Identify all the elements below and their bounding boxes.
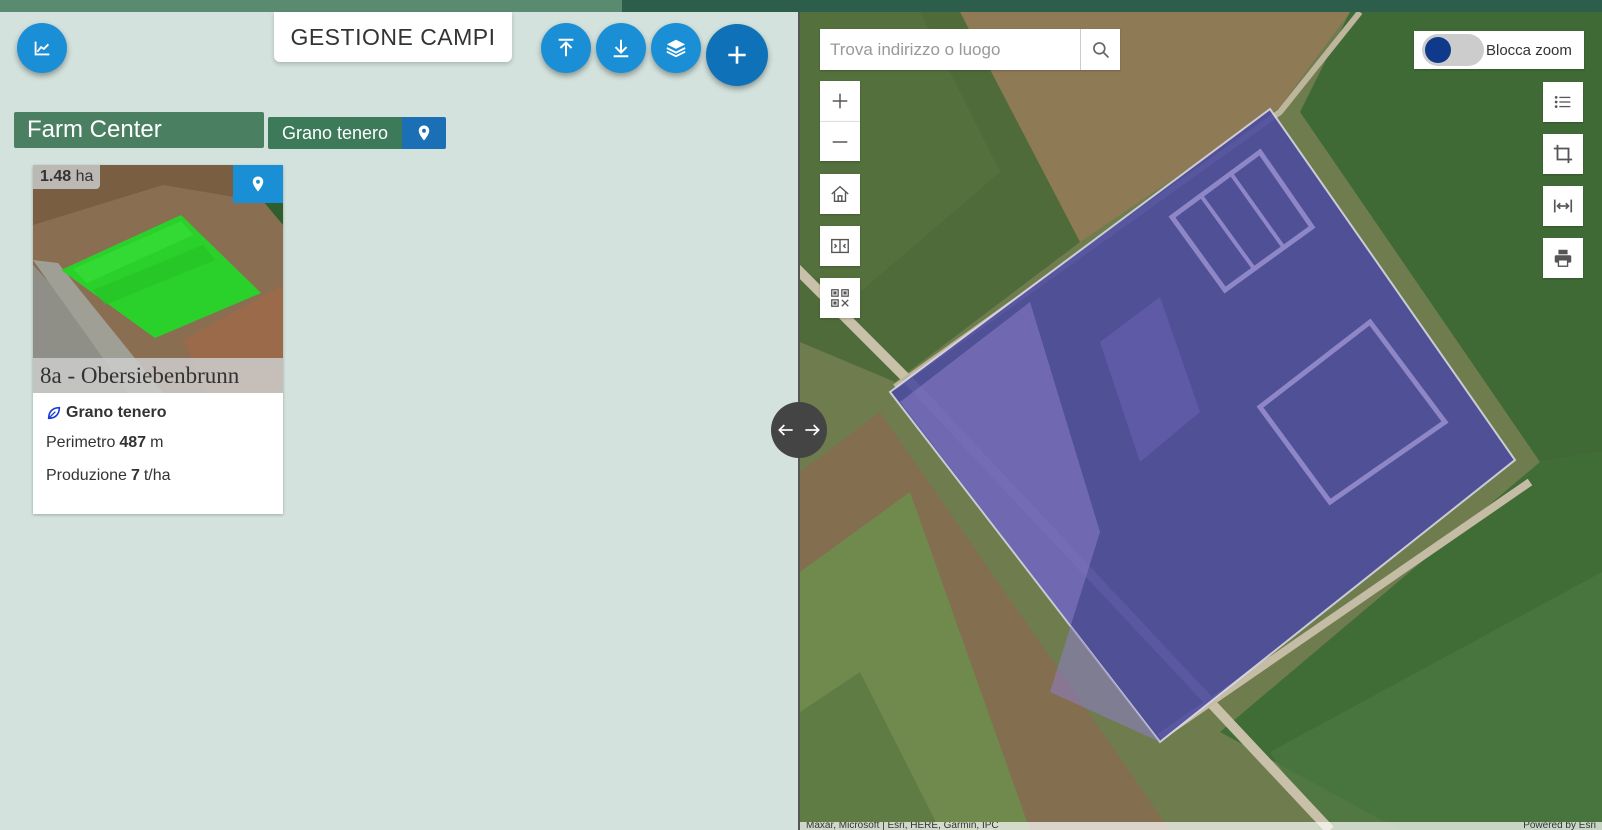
map-pin-icon: [252, 176, 264, 192]
crop-filter-locate-button[interactable]: [402, 117, 447, 149]
address-search: [820, 29, 1120, 70]
arrow-right-icon: [805, 424, 820, 436]
search-icon: [1092, 41, 1109, 58]
download-button[interactable]: [596, 23, 646, 73]
layers-icon: [666, 39, 686, 58]
field-thumbnail[interactable]: 1.48 ha 8a - Obersiebenbrunn: [33, 165, 283, 393]
minus-icon: [832, 140, 848, 143]
split-resize-handle[interactable]: [771, 402, 827, 458]
field-name: 8a - Obersiebenbrunn: [33, 358, 283, 393]
qr-code-icon: [831, 289, 849, 307]
production-label: Produzione: [46, 467, 127, 484]
map-view[interactable]: Blocca zoom Maxar, Microsoft | Esri, HER…: [800, 12, 1602, 830]
map-pin-icon: [418, 125, 430, 141]
attribution-right: Powered by Esri: [1523, 822, 1596, 830]
production-value: 7: [130, 467, 140, 484]
attribution-left: Maxar, Microsoft | Esri, HERE, Garmin, I…: [806, 822, 999, 830]
field-crop-row: Grano tenero: [46, 405, 171, 421]
field-perimeter-row: Perimetro 487 m: [46, 435, 171, 451]
field-area-unit: ha: [75, 168, 94, 185]
search-button[interactable]: [1080, 29, 1120, 70]
zoom-in-button[interactable]: [820, 81, 860, 121]
plus-icon: [832, 93, 848, 109]
swipe-compare-icon: [831, 238, 849, 254]
production-unit: t/ha: [143, 467, 171, 484]
top-strip-segment: [0, 0, 622, 12]
crop-button[interactable]: [1543, 134, 1583, 174]
address-search-input[interactable]: [820, 29, 1080, 70]
upload-button[interactable]: [541, 23, 591, 73]
top-strip: [0, 0, 1602, 12]
qr-code-button[interactable]: [820, 278, 860, 318]
zoom-out-button[interactable]: [820, 121, 860, 161]
plus-icon: [728, 46, 746, 64]
satellite-basemap: [800, 12, 1602, 830]
print-icon: [1554, 249, 1572, 267]
fields-panel: GESTIONE CAMPI Farm Center Grano tenero: [0, 12, 800, 830]
measure-button[interactable]: [1543, 186, 1583, 226]
lock-zoom-toggle[interactable]: [1422, 34, 1484, 66]
farm-name: Farm Center: [14, 112, 264, 148]
arrow-left-icon: [778, 424, 793, 436]
lock-zoom-label: Blocca zoom: [1486, 41, 1572, 59]
perimeter-value: 487: [119, 434, 147, 451]
crop-filter[interactable]: Grano tenero: [268, 117, 447, 149]
crop-leaf-icon: [47, 406, 61, 420]
field-info: Grano tenero Perimetro 487 m Produzione …: [46, 405, 171, 498]
field-production-row: Produzione 7 t/ha: [46, 468, 171, 484]
field-card[interactable]: 1.48 ha 8a - Obersiebenbrunn Grano tener…: [33, 165, 283, 514]
field-area-value: 1.48: [40, 168, 72, 185]
add-field-button[interactable]: [706, 24, 768, 86]
perimeter-label: Perimetro: [46, 434, 116, 451]
field-area-badge: 1.48 ha: [33, 165, 101, 189]
toggle-knob: [1425, 37, 1451, 63]
crop-icon: [1553, 144, 1573, 164]
legend-button[interactable]: [1543, 82, 1583, 122]
home-button[interactable]: [820, 174, 860, 214]
field-locate-button[interactable]: [233, 165, 283, 203]
list-icon: [1554, 96, 1571, 108]
page-title: GESTIONE CAMPI: [274, 12, 512, 62]
swipe-button[interactable]: [820, 226, 860, 266]
layers-button[interactable]: [651, 23, 701, 73]
home-icon: [831, 185, 849, 203]
crop-filter-label[interactable]: Grano tenero: [268, 117, 403, 149]
measure-distance-icon: [1553, 199, 1573, 213]
field-crop: Grano tenero: [66, 404, 167, 421]
lock-zoom-control: Blocca zoom: [1414, 31, 1584, 69]
perimeter-unit: m: [150, 434, 164, 451]
print-button[interactable]: [1543, 238, 1583, 278]
upload-icon: [558, 38, 574, 57]
chart-button[interactable]: [17, 23, 67, 73]
chart-line-icon: [34, 41, 50, 56]
map-attribution: Maxar, Microsoft | Esri, HERE, Garmin, I…: [800, 822, 1602, 830]
download-icon: [613, 39, 629, 58]
